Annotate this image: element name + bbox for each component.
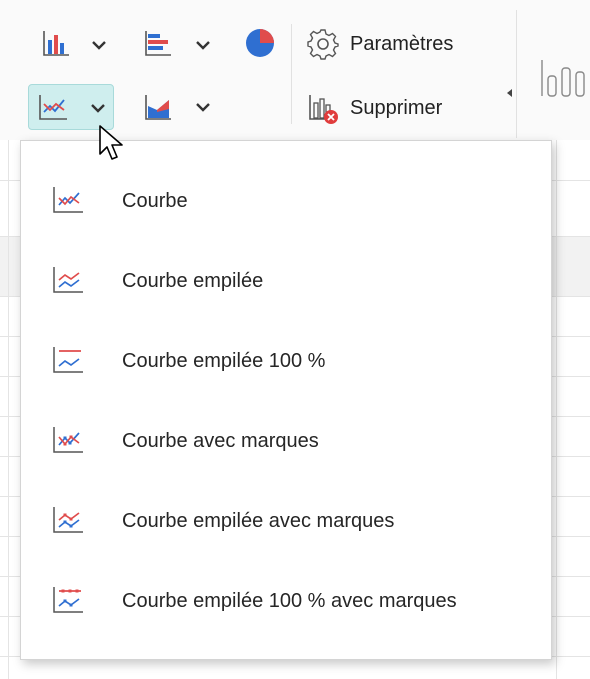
collapse-arrow-icon[interactable] <box>505 88 513 98</box>
line-with-markers-chart-icon <box>53 427 83 453</box>
column-chart-button[interactable] <box>36 24 76 62</box>
mouse-cursor-icon <box>99 125 123 160</box>
area-chart-button[interactable] <box>138 88 178 126</box>
pie-chart-icon <box>246 29 274 57</box>
stacked-100-line-with-markers-chart-icon <box>53 587 83 613</box>
stacked-line-with-markers-chart-icon <box>53 507 83 533</box>
settings-button[interactable]: Paramètres <box>302 24 482 64</box>
insert-chart-icon[interactable] <box>540 56 590 100</box>
ribbon-separator <box>291 24 292 124</box>
menu-item-stacked-100-line[interactable]: Courbe empilée 100 % <box>21 321 551 401</box>
menu-item-label: Courbe empilée 100 % <box>122 349 326 372</box>
area-chart-icon <box>145 95 171 120</box>
menu-item-label: Courbe empilée avec marques <box>122 509 395 532</box>
menu-item-label: Courbe empilée 100 % avec marques <box>122 589 457 612</box>
line-chart-type-menu: Courbe Courbe empilée Courbe empilée 100… <box>20 140 552 660</box>
settings-label: Paramètres <box>350 32 454 55</box>
bar-chart-icon <box>145 31 171 56</box>
delete-chart-button[interactable]: Supprimer <box>302 88 482 128</box>
line-chart-icon <box>53 187 83 213</box>
stacked-100-line-chart-icon <box>53 347 83 373</box>
column-chart-dropdown-chevron-icon[interactable] <box>90 38 108 52</box>
menu-item-stacked-100-line-with-markers[interactable]: Courbe empilée 100 % avec marques <box>21 561 551 641</box>
grid-line <box>556 140 557 679</box>
line-chart-dropdown-chevron-icon[interactable] <box>89 101 107 115</box>
menu-item-label: Courbe empilée <box>122 269 264 292</box>
bar-chart-dropdown-chevron-icon[interactable] <box>194 38 212 52</box>
delete-label: Supprimer <box>350 96 443 119</box>
pie-chart-button[interactable] <box>240 24 280 62</box>
menu-item-stacked-line[interactable]: Courbe empilée <box>21 241 551 321</box>
menu-item-label: Courbe <box>122 189 188 212</box>
chart-ribbon: Paramètres Supprimer sert <box>0 0 590 167</box>
menu-item-line[interactable]: Courbe <box>21 161 551 241</box>
grid-line <box>8 140 9 679</box>
stacked-line-chart-icon <box>53 267 83 293</box>
menu-item-label: Courbe avec marques <box>122 429 319 452</box>
ribbon-separator-right <box>516 10 517 138</box>
area-chart-dropdown-chevron-icon[interactable] <box>194 100 212 114</box>
line-chart-icon <box>39 95 67 120</box>
bar-chart-button[interactable] <box>138 24 178 62</box>
column-chart-icon <box>43 31 69 56</box>
gear-icon <box>307 29 339 60</box>
menu-item-stacked-line-with-markers[interactable]: Courbe empilée avec marques <box>21 481 551 561</box>
menu-item-line-with-markers[interactable]: Courbe avec marques <box>21 401 551 481</box>
delete-chart-icon <box>309 95 338 124</box>
